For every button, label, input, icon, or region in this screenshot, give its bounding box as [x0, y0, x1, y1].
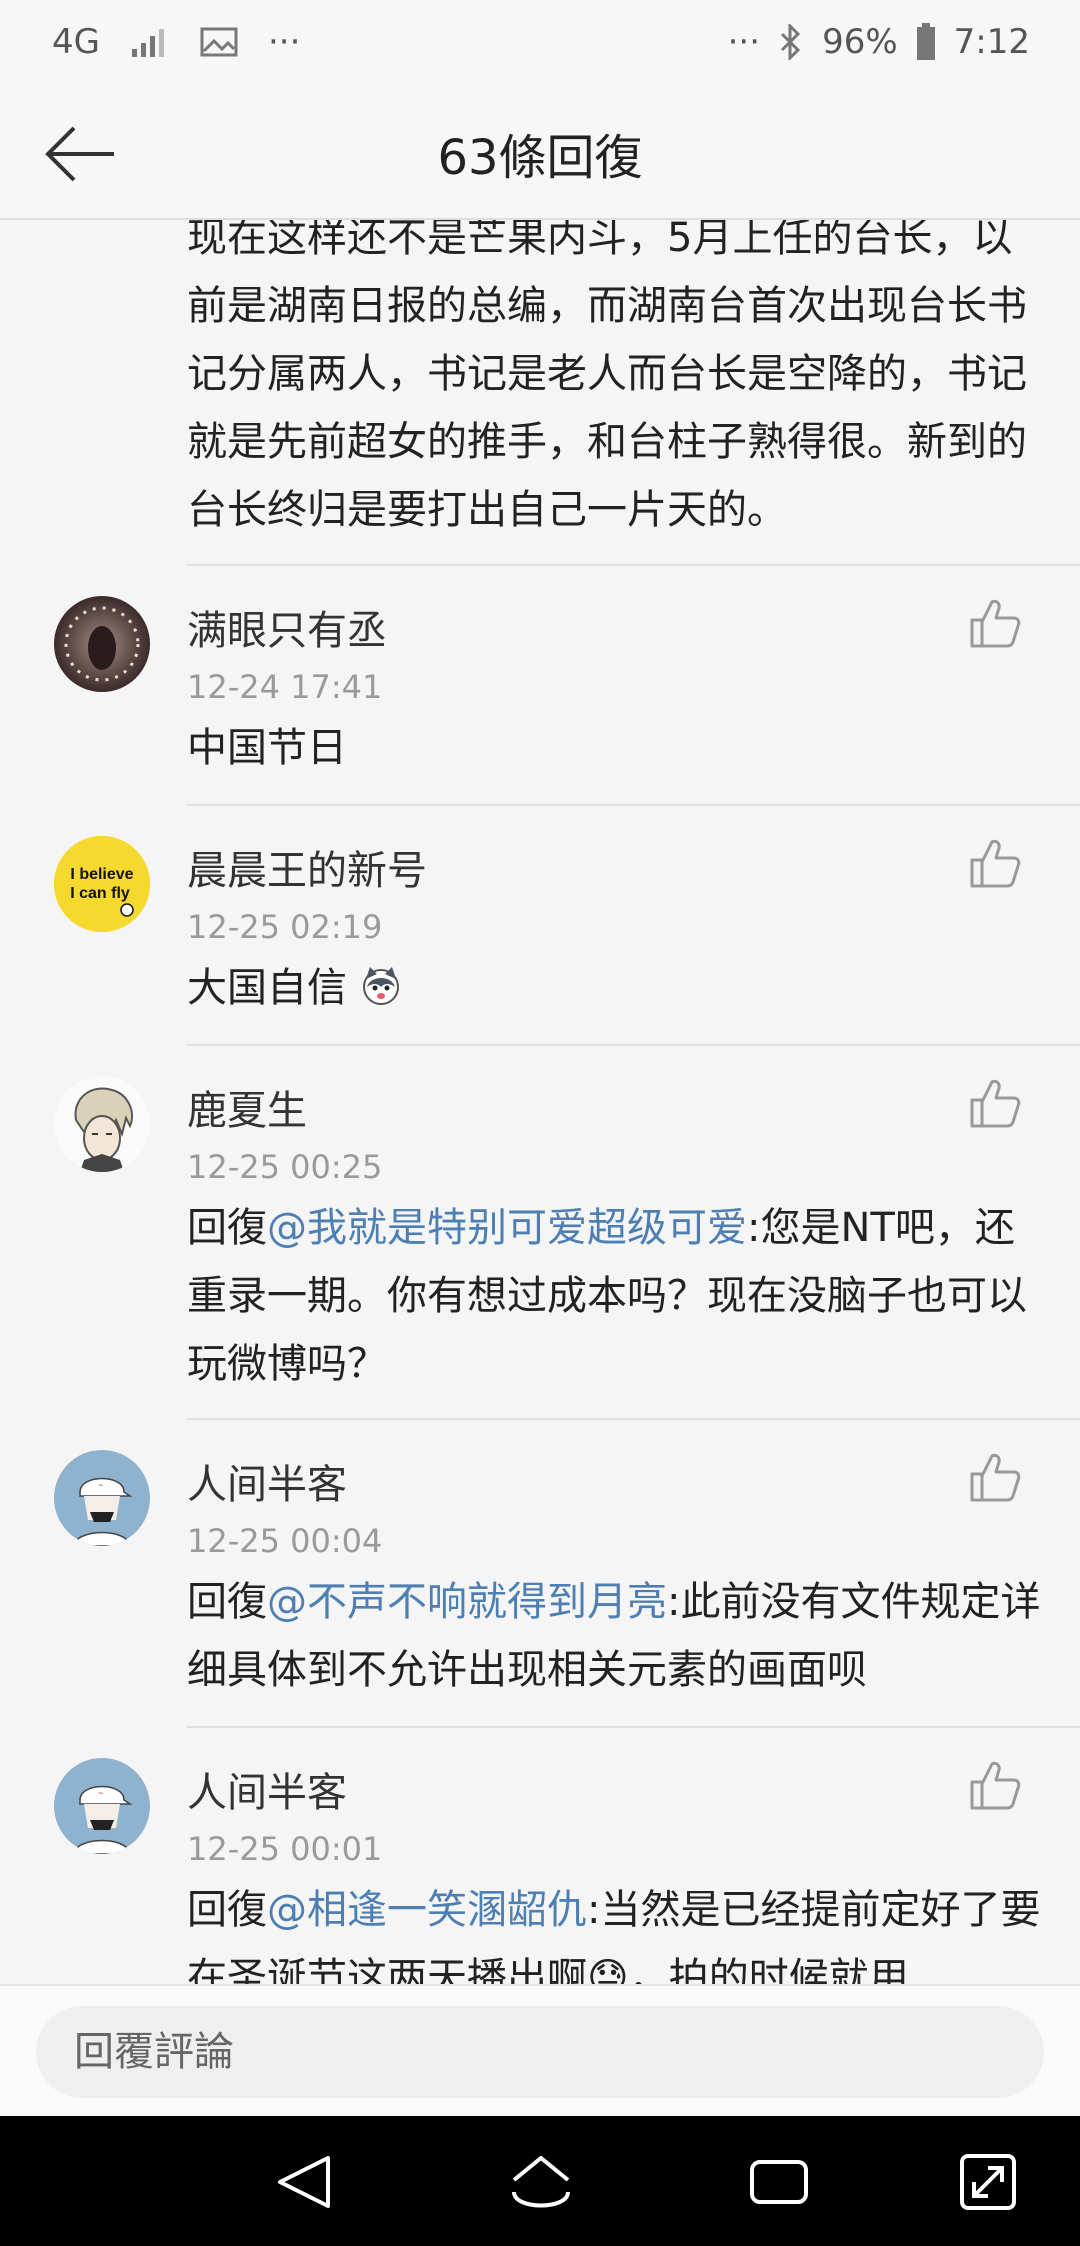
battery-icon: [916, 23, 935, 60]
svg-text:~: ~: [98, 1788, 103, 1798]
thumbs-up-icon[interactable]: [968, 836, 1022, 890]
timestamp: 12-25 00:01: [187, 1830, 383, 1868]
avatar[interactable]: I believe I can fly: [54, 836, 150, 932]
username[interactable]: 人间半客: [187, 1452, 347, 1510]
timestamp: 12-24 17:41: [187, 668, 383, 706]
comment-text: 回復@相逢一笑溷龆仇:当然是已经提前定好了要在圣诞节这两天播出啊😓，拍的时候就用: [187, 1876, 1047, 1984]
network-type: 4G: [52, 22, 100, 62]
title-bar: 63條回復: [0, 90, 1080, 220]
avatar[interactable]: [54, 1076, 150, 1172]
mention-link[interactable]: @相逢一笑溷龆仇: [267, 1887, 587, 1933]
clock: 7:12: [953, 22, 1030, 62]
avatar-text-line1: I believe: [70, 866, 133, 883]
avatar-text-line2: I can fly: [70, 885, 130, 902]
comment-text: 回復@不声不响就得到月亮:此前没有文件规定详细具体到不允许出现相关元素的画面呗: [187, 1568, 1047, 1704]
avatar[interactable]: ~: [54, 1450, 150, 1546]
avatar[interactable]: [54, 596, 150, 692]
image-icon: [200, 27, 238, 57]
timestamp: 12-25 02:19: [187, 908, 383, 946]
mention-link[interactable]: @不声不响就得到月亮: [267, 1579, 667, 1625]
reply-prefix: 回復: [187, 1205, 267, 1251]
username[interactable]: 人间半客: [187, 1760, 347, 1818]
username[interactable]: 鹿夏生: [187, 1078, 307, 1136]
page-title: 63條回復: [437, 130, 643, 186]
thumbs-up-icon[interactable]: [968, 1758, 1022, 1812]
comment-text: 大国自信: [187, 954, 1047, 1022]
reply-prefix: 回復: [187, 1579, 267, 1625]
expand-nav-icon[interactable]: [954, 2150, 1024, 2214]
more-dots-icon: ···: [267, 22, 301, 62]
comment-item[interactable]: 满眼只有丞 12-24 17:41 中国节日: [0, 566, 1080, 804]
thumbs-up-icon[interactable]: [968, 1076, 1022, 1130]
mention-link[interactable]: @我就是特别可爱超级可爱: [267, 1205, 747, 1251]
partial-comment-text: 现在这样还不是芒果内斗，5月上任的台长，以前是湖南日报的总编，而湖南台首次出现台…: [187, 220, 1027, 533]
username[interactable]: 满眼只有丞: [187, 598, 387, 656]
home-nav-icon[interactable]: [506, 2150, 576, 2214]
reply-prefix: 回復: [187, 1887, 267, 1933]
status-bar: 4G ··· ··· 96% 7:12: [0, 0, 1080, 90]
reply-bar: [0, 1984, 1080, 2118]
system-nav-bar: [0, 2116, 1080, 2246]
back-nav-icon[interactable]: [270, 2150, 340, 2214]
comment-list[interactable]: 现在这样还不是芒果内斗，5月上任的台长，以前是湖南日报的总编，而湖南台首次出现台…: [0, 220, 1080, 1984]
avatar[interactable]: ~: [54, 1758, 150, 1854]
svg-text:~: ~: [98, 1480, 103, 1490]
comment-item[interactable]: I believe I can fly 晨晨王的新号 12-25 02:19 大…: [0, 806, 1080, 1044]
more-dots-icon: ···: [727, 22, 761, 62]
recents-nav-icon[interactable]: [744, 2150, 814, 2214]
comment-text: 回復@我就是特别可爱超级可爱:您是NT吧，还重录一期。你有想过成本吗？现在没脑子…: [187, 1194, 1047, 1398]
battery-percent: 96%: [822, 22, 898, 62]
timestamp: 12-25 00:25: [187, 1148, 383, 1186]
thumbs-up-icon[interactable]: [968, 596, 1022, 650]
reply-input[interactable]: [36, 2006, 1044, 2098]
comment-item[interactable]: ~ 人间半客 12-25 00:01 回復@相逢一笑溷龆仇:当然是已经提前定好了…: [0, 1728, 1080, 1984]
comment-item[interactable]: ~ 人间半客 12-25 00:04 回復@不声不响就得到月亮:此前没有文件规定…: [0, 1420, 1080, 1726]
thumbs-up-icon[interactable]: [968, 1450, 1022, 1504]
signal-icon: [131, 29, 164, 57]
comment-item[interactable]: 鹿夏生 12-25 00:25 回復@我就是特别可爱超级可爱:您是NT吧，还重录…: [0, 1046, 1080, 1418]
comment-text: 中国节日: [187, 725, 347, 771]
bluetooth-icon: [781, 24, 801, 60]
husky-emoji-icon: [362, 967, 399, 1005]
timestamp: 12-25 00:04: [187, 1522, 383, 1560]
username[interactable]: 晨晨王的新号: [187, 838, 427, 896]
comment-body: 大国自信: [187, 965, 347, 1011]
